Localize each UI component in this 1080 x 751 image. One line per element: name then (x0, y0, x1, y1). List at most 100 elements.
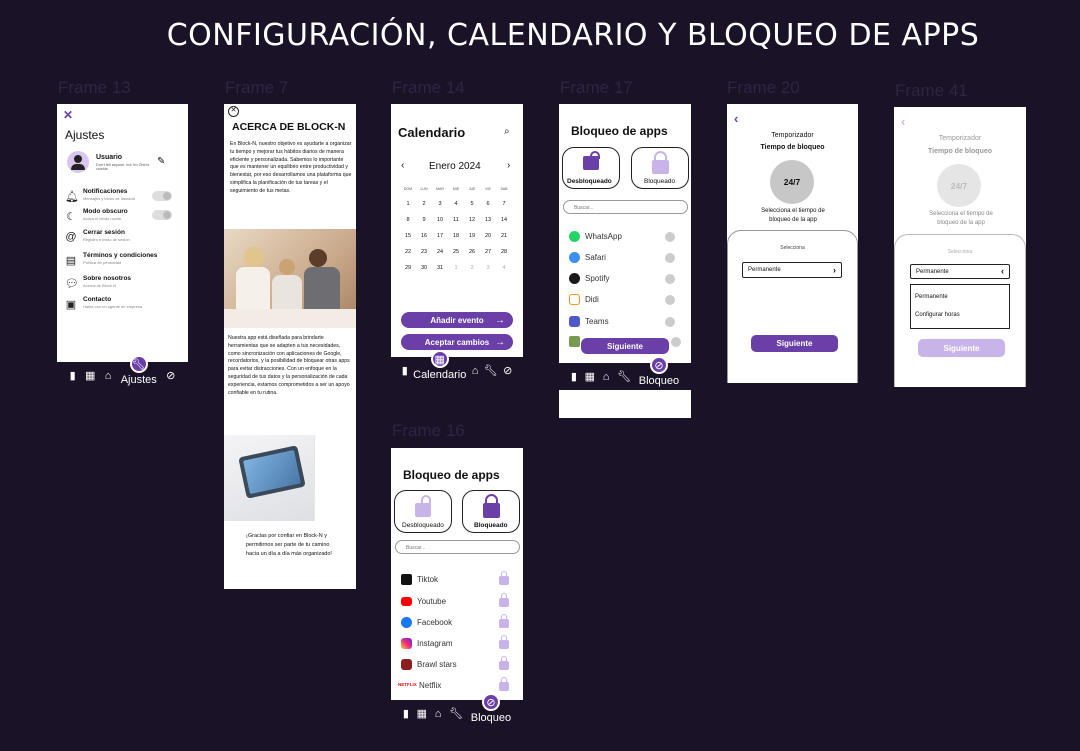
select-radio[interactable] (665, 232, 675, 242)
calendar-day[interactable]: 8 (400, 212, 416, 228)
app-row-whatsapp[interactable]: WhatsApp (569, 231, 685, 245)
nav-calendar[interactable]: ▦ Calendario (413, 350, 466, 381)
calendar-day[interactable]: 20 (480, 228, 496, 244)
dark-mode-toggle[interactable] (152, 210, 172, 220)
calendar-day[interactable]: 4 (448, 196, 464, 212)
calendar-day[interactable]: 4 (496, 260, 512, 276)
option-configure-hours[interactable]: Configurar horas (915, 312, 960, 318)
book-icon[interactable]: ▮ (571, 370, 577, 383)
calendar-day[interactable]: 24 (432, 244, 448, 260)
calendar-day[interactable]: 28 (496, 244, 512, 260)
book-icon[interactable]: ▮ (70, 369, 76, 382)
add-event-button[interactable]: Añadir evento → (401, 312, 513, 328)
wrench-icon[interactable]: 🔧︎ (617, 370, 631, 383)
accept-changes-button[interactable]: Aceptar cambios → (401, 334, 513, 350)
app-row-teams[interactable]: Teams (569, 316, 685, 330)
wrench-icon[interactable]: 🔧︎ (484, 364, 498, 377)
calendar-day[interactable]: 1 (400, 196, 416, 212)
lock-icon[interactable] (499, 656, 509, 670)
nav-block[interactable]: ⊘ Bloqueo (471, 693, 511, 724)
settings-item-about[interactable]: 💬︎ Sobre nosotros Acerca de Block-N (65, 275, 182, 293)
calendar-day[interactable]: 12 (464, 212, 480, 228)
duration-select[interactable]: Permanente › (742, 262, 842, 278)
calendar-day[interactable]: 3 (480, 260, 496, 276)
lock-icon[interactable] (499, 571, 509, 585)
calendar-day[interactable]: 17 (432, 228, 448, 244)
select-radio[interactable] (665, 253, 675, 263)
block-icon[interactable]: ⊘ (166, 369, 175, 382)
calendar-day[interactable]: 19 (464, 228, 480, 244)
app-row-spotify[interactable]: Spotify (569, 273, 685, 287)
calendar-day[interactable]: 23 (416, 244, 432, 260)
settings-item-contact[interactable]: ▣ Contacto Habla con un agente de empres… (65, 296, 182, 314)
home-icon[interactable]: ⌂ (105, 370, 112, 382)
next-button[interactable]: Siguiente (581, 338, 669, 354)
edit-icon[interactable]: ✎ (157, 156, 165, 167)
settings-item-logout[interactable]: @ Cerrar sesión Registro e inicio de ses… (65, 229, 182, 247)
home-icon[interactable]: ⌂ (472, 365, 479, 377)
select-radio[interactable] (671, 337, 681, 347)
calendar-day[interactable]: 10 (432, 212, 448, 228)
lock-icon[interactable] (499, 677, 509, 691)
back-icon[interactable]: ‹ (734, 111, 738, 126)
calendar-day[interactable]: 29 (400, 260, 416, 276)
next-month-button[interactable]: › (507, 160, 510, 171)
unlocked-tab[interactable]: Desbloqueado (562, 147, 620, 189)
calendar-day[interactable]: 30 (416, 260, 432, 276)
nav-block[interactable]: ⊘ Bloqueo (639, 356, 679, 387)
app-row-netflix[interactable]: NETFLIX Netflix (398, 677, 517, 694)
calendar-icon[interactable]: ▦ (85, 369, 95, 382)
calendar-day[interactable]: 2 (416, 196, 432, 212)
option-permanent[interactable]: Permanente (915, 294, 948, 300)
calendar-icon[interactable]: ▦ (417, 707, 427, 720)
duration-select[interactable]: Permanente ‹ (910, 264, 1010, 279)
search-input[interactable]: Buscar... (563, 200, 688, 214)
calendar-day[interactable]: 16 (416, 228, 432, 244)
settings-item-notifications[interactable]: 🔔︎ Notificaciones Mensajes y tonos de ll… (65, 188, 182, 206)
calendar-day[interactable]: 5 (464, 196, 480, 212)
unlocked-tab[interactable]: Desbloqueado (394, 490, 452, 533)
settings-item-dark-mode[interactable]: ☾ Modo obscuro Activa el Modo noche (65, 208, 182, 226)
calendar-day[interactable]: 15 (400, 228, 416, 244)
back-icon[interactable]: ‹ (901, 114, 905, 129)
app-row-tiktok[interactable]: Tiktok (401, 571, 517, 588)
next-button[interactable]: Siguiente (751, 335, 838, 352)
wrench-icon[interactable]: 🔧︎ (449, 707, 463, 720)
app-row-safari[interactable]: Safari (569, 252, 685, 266)
lock-icon[interactable] (499, 593, 509, 607)
search-input[interactable]: Buscar... (395, 540, 520, 554)
calendar-day[interactable]: 2 (464, 260, 480, 276)
nav-settings[interactable]: 🔧︎ Ajustes (121, 355, 157, 386)
locked-tab[interactable]: Bloqueado (462, 490, 520, 533)
calendar-day[interactable]: 26 (464, 244, 480, 260)
settings-item-terms[interactable]: ▤ Términos y condiciones Política de pri… (65, 252, 182, 270)
calendar-day[interactable]: 13 (480, 212, 496, 228)
close-icon[interactable]: ✕ (228, 106, 239, 117)
book-icon[interactable]: ▮ (402, 364, 408, 377)
search-icon[interactable]: ⌕ (504, 126, 510, 137)
select-radio[interactable] (665, 295, 675, 305)
calendar-day[interactable]: 3 (432, 196, 448, 212)
app-row-youtube[interactable]: Youtube (401, 593, 517, 610)
calendar-day[interactable]: 7 (496, 196, 512, 212)
calendar-day[interactable]: 18 (448, 228, 464, 244)
lock-icon[interactable] (499, 635, 509, 649)
close-icon[interactable]: ✕ (63, 108, 73, 122)
calendar-day[interactable]: 14 (496, 212, 512, 228)
calendar-day[interactable]: 31 (432, 260, 448, 276)
calendar-icon[interactable]: ▦ (585, 370, 595, 383)
block-icon[interactable]: ⊘ (503, 364, 512, 377)
calendar-day[interactable]: 27 (480, 244, 496, 260)
home-icon[interactable]: ⌂ (603, 371, 610, 383)
calendar-day[interactable]: 6 (480, 196, 496, 212)
avatar[interactable] (67, 151, 89, 173)
select-radio[interactable] (665, 274, 675, 284)
notifications-toggle[interactable] (152, 191, 172, 201)
locked-tab[interactable]: Bloqueado (631, 147, 689, 189)
calendar-day[interactable]: 1 (448, 260, 464, 276)
calendar-day[interactable]: 22 (400, 244, 416, 260)
select-radio[interactable] (665, 317, 675, 327)
calendar-day[interactable]: 9 (416, 212, 432, 228)
calendar-day[interactable]: 21 (496, 228, 512, 244)
app-row-didi[interactable]: Didi (569, 294, 685, 308)
